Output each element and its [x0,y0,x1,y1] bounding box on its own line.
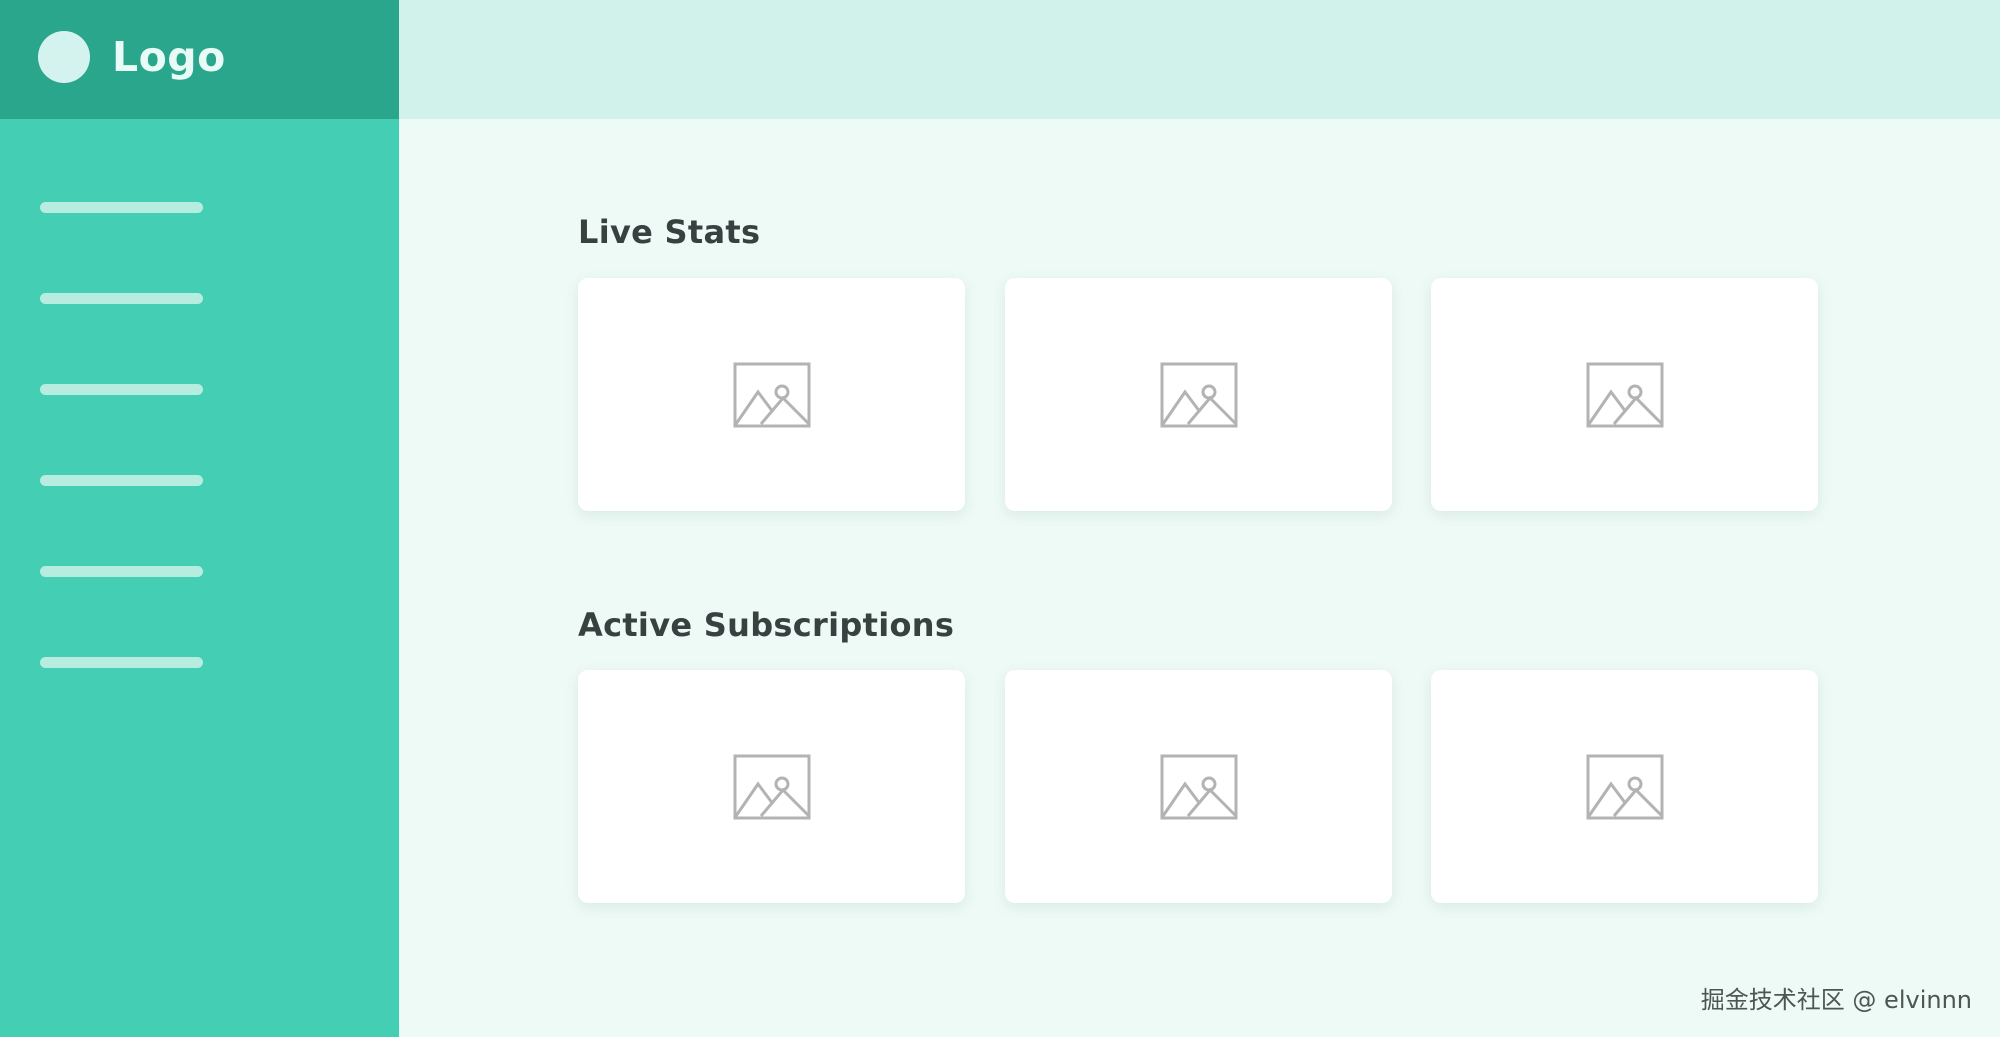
image-placeholder-icon [1160,362,1237,427]
section-title-active-subscriptions: Active Subscriptions [578,606,955,644]
sidebar-nav-item-5[interactable] [40,566,203,577]
sidebar-nav-item-6[interactable] [40,657,203,668]
live-stats-card-1[interactable] [578,278,965,511]
image-placeholder-icon [1160,754,1237,819]
watermark-text: 掘金技术社区 @ elvinnn [1700,986,1972,1014]
sidebar-nav-item-4[interactable] [40,475,203,486]
image-placeholder-icon [733,362,810,427]
sidebar-nav-item-3[interactable] [40,384,203,395]
image-placeholder-icon [733,754,810,819]
top-bar [399,0,2000,119]
logo-circle-icon[interactable] [38,31,90,83]
subscriptions-card-1[interactable] [578,670,965,903]
image-placeholder-icon [1586,362,1663,427]
subscriptions-card-2[interactable] [1005,670,1392,903]
logo-text[interactable]: Logo [112,30,226,84]
sidebar-nav-item-2[interactable] [40,293,203,304]
section-title-live-stats: Live Stats [578,213,761,251]
subscriptions-card-3[interactable] [1431,670,1818,903]
live-stats-card-2[interactable] [1005,278,1392,511]
sidebar-header: Logo [0,0,399,119]
sidebar: Logo [0,0,399,1037]
live-stats-card-3[interactable] [1431,278,1818,511]
sidebar-nav-item-1[interactable] [40,202,203,213]
image-placeholder-icon [1586,754,1663,819]
